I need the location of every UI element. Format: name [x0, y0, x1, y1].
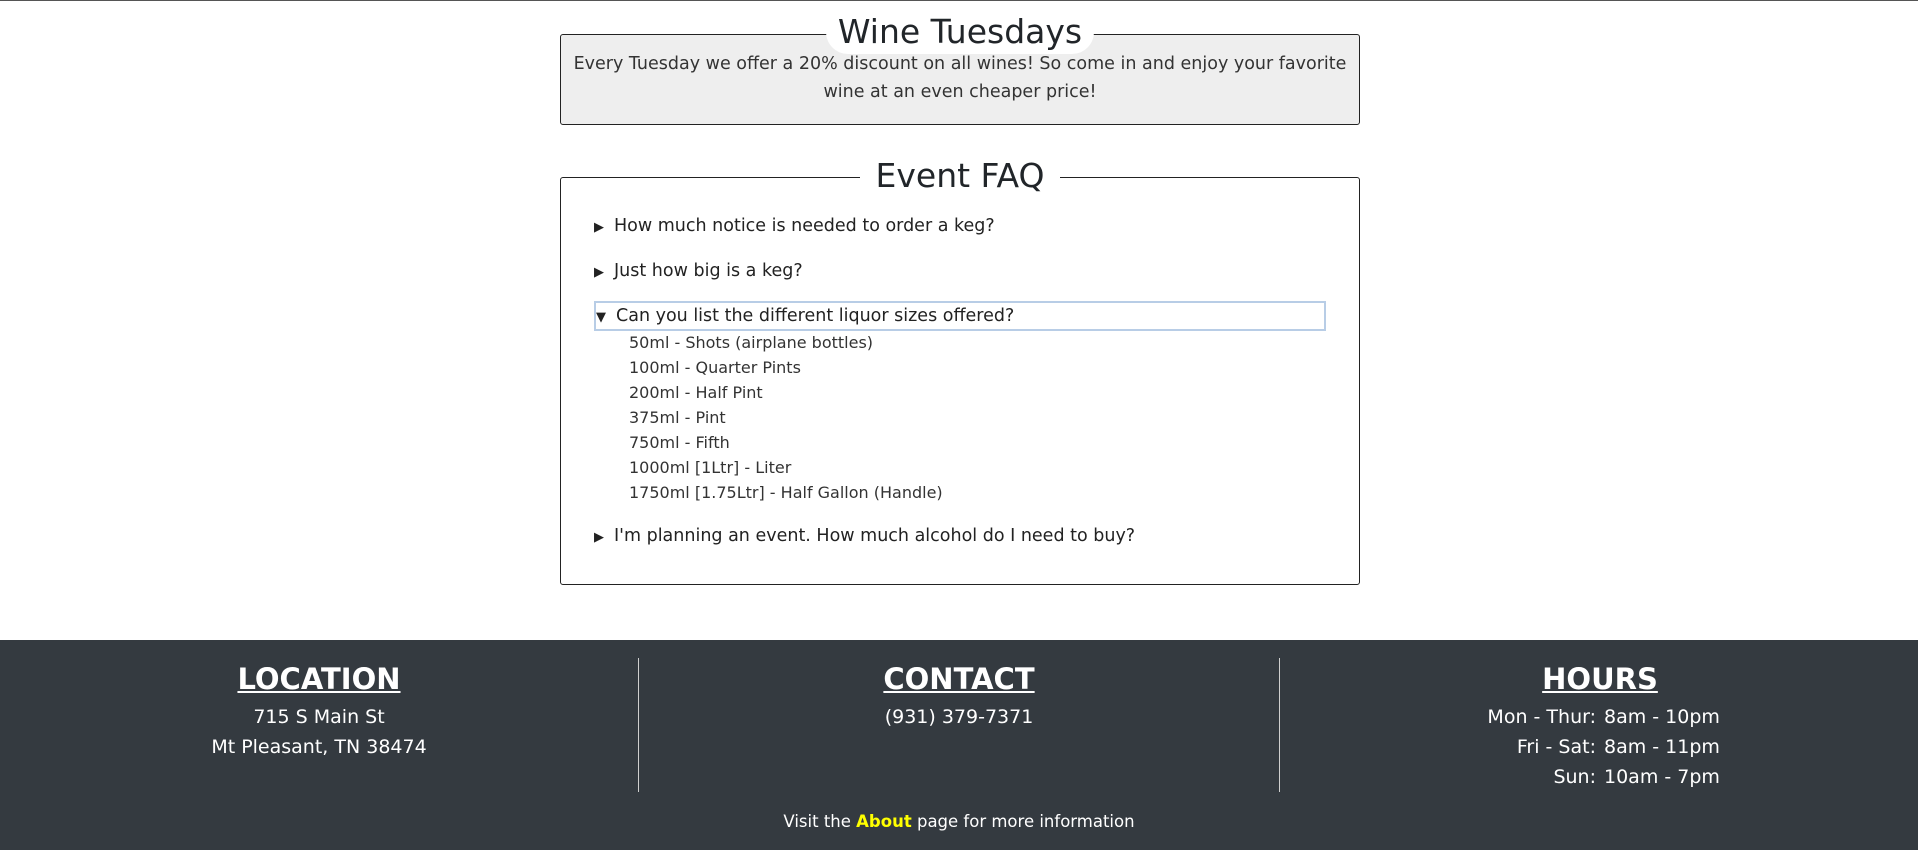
hours-days: Fri - Sat: — [1516, 736, 1596, 758]
faq-question-keg-notice[interactable]: ▶ How much notice is needed to order a ke… — [594, 213, 1324, 239]
visit-about-text: Visit the About page for more informatio… — [0, 810, 1918, 834]
footer-divider — [638, 658, 639, 792]
visit-prefix: Visit the — [783, 812, 851, 831]
hours-days: Mon - Thur: — [1487, 706, 1596, 728]
faq-question-label: I'm planning an event. How much alcohol … — [614, 526, 1136, 546]
footer-divider — [1279, 658, 1280, 792]
list-item: 200ml - Half Pint — [629, 383, 763, 402]
visit-suffix: page for more information — [916, 812, 1135, 831]
top-rule — [0, 0, 1918, 1]
faq-question-event-alcohol[interactable]: ▶ I'm planning an event. How much alcohol… — [594, 523, 1324, 549]
faq-question-keg-size[interactable]: ▶ Just how big is a keg? — [594, 258, 1324, 284]
location-heading: LOCATION — [237, 662, 401, 696]
list-item: 375ml - Pint — [629, 408, 726, 427]
list-item: 750ml - Fifth — [629, 433, 730, 452]
contact-heading: CONTACT — [883, 662, 1035, 696]
faq-question-label: Just how big is a keg? — [614, 261, 803, 281]
wine-tuesdays-text: Every Tuesday we offer a 20% discount on… — [573, 54, 1347, 102]
location-city: Mt Pleasant, TN 38474 — [211, 736, 427, 758]
about-link[interactable]: About — [856, 812, 912, 831]
expand-triangle-icon: ▶ — [594, 220, 604, 235]
hours-days: Sun: — [1553, 766, 1596, 788]
location-street: 715 S Main St — [253, 706, 385, 728]
list-item: 100ml - Quarter Pints — [629, 358, 801, 377]
list-item: 1000ml [1Ltr] - Liter — [629, 458, 792, 477]
faq-question-label: Can you list the different liquor sizes … — [616, 306, 1015, 326]
contact-phone[interactable]: (931) 379-7371 — [809, 702, 1109, 732]
event-faq-title: Event FAQ — [860, 152, 1060, 200]
expand-triangle-icon: ▶ — [594, 530, 604, 545]
hours-time: 8am - 11pm — [1604, 736, 1720, 758]
site-footer: LOCATION 715 S Main St Mt Pleasant, TN 3… — [0, 640, 1918, 850]
hours-time: 10am - 7pm — [1604, 766, 1720, 788]
collapse-triangle-icon: ▼ — [596, 310, 606, 325]
liquor-sizes-list: 50ml - Shots (airplane bottles) 100ml - … — [629, 330, 1129, 505]
expand-triangle-icon: ▶ — [594, 265, 604, 280]
hours-time: 8am - 10pm — [1604, 706, 1720, 728]
faq-question-liquor-sizes[interactable]: ▼ Can you list the different liquor sizes… — [594, 301, 1326, 331]
list-item: 50ml - Shots (airplane bottles) — [629, 333, 874, 352]
faq-question-label: How much notice is needed to order a keg… — [614, 216, 995, 236]
wine-tuesdays-title: Wine Tuesdays — [826, 10, 1094, 54]
hours-heading: HOURS — [1542, 662, 1658, 696]
list-item: 1750ml [1.75Ltr] - Half Gallon (Handle) — [629, 483, 943, 502]
